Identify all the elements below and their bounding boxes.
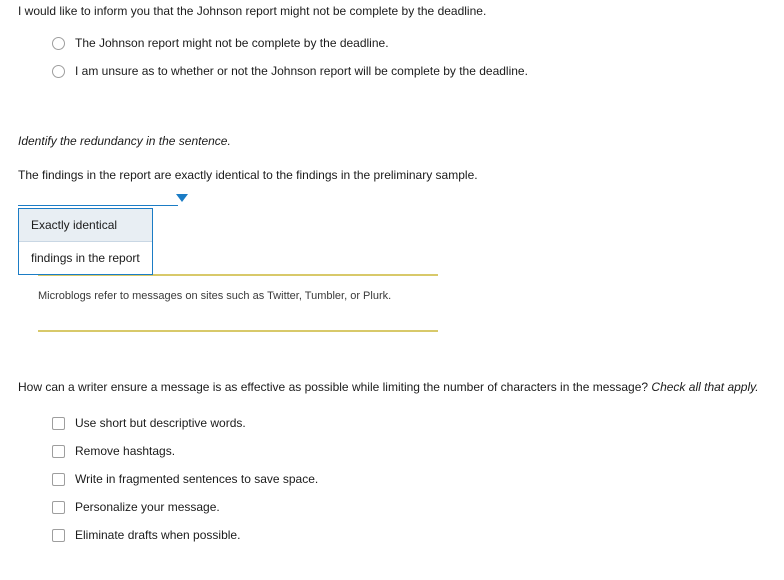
checkbox-icon	[52, 473, 65, 486]
checkbox-icon	[52, 445, 65, 458]
checkbox-icon	[52, 417, 65, 430]
q2-dropdown-option-0[interactable]: Exactly identical	[19, 209, 152, 241]
q3-prompt-tail: Check all that apply.	[651, 380, 758, 394]
q3-prompt-main: How can a writer ensure a message is as …	[18, 380, 651, 394]
q1-option-0[interactable]: The Johnson report might not be complete…	[52, 36, 766, 50]
q3-option-1[interactable]: Remove hashtags.	[52, 444, 766, 458]
q1-option-0-label: The Johnson report might not be complete…	[75, 36, 389, 50]
q3-option-0-label: Use short but descriptive words.	[75, 416, 246, 430]
chevron-down-icon	[176, 194, 188, 202]
radio-icon	[52, 37, 65, 50]
dropdown-underline	[18, 205, 178, 206]
radio-icon	[52, 65, 65, 78]
info-block: Microblogs refer to messages on sites su…	[18, 274, 766, 332]
q3-option-3-label: Personalize your message.	[75, 500, 220, 514]
checkbox-icon	[52, 501, 65, 514]
info-text: Microblogs refer to messages on sites su…	[38, 290, 766, 302]
checkbox-icon	[52, 529, 65, 542]
q2-sentence: The findings in the report are exactly i…	[18, 168, 766, 182]
q1-intro-text: I would like to inform you that the John…	[18, 4, 766, 18]
q1-option-1-label: I am unsure as to whether or not the Joh…	[75, 64, 528, 78]
divider-bottom	[38, 330, 438, 332]
q3-option-3[interactable]: Personalize your message.	[52, 500, 766, 514]
q2-prompt: Identify the redundancy in the sentence.	[18, 134, 766, 148]
q3-option-0[interactable]: Use short but descriptive words.	[52, 416, 766, 430]
q3-option-4-label: Eliminate drafts when possible.	[75, 528, 240, 542]
q1-radio-group: The Johnson report might not be complete…	[18, 36, 766, 78]
q2-dropdown-trigger[interactable]: Exactly identical findings in the report	[18, 188, 178, 212]
q3-option-2[interactable]: Write in fragmented sentences to save sp…	[52, 472, 766, 486]
q3-prompt: How can a writer ensure a message is as …	[18, 380, 766, 394]
q1-option-1[interactable]: I am unsure as to whether or not the Joh…	[52, 64, 766, 78]
q2-dropdown-menu: Exactly identical findings in the report	[18, 208, 153, 275]
q3-option-4[interactable]: Eliminate drafts when possible.	[52, 528, 766, 542]
q3-option-2-label: Write in fragmented sentences to save sp…	[75, 472, 318, 486]
q3-option-1-label: Remove hashtags.	[75, 444, 175, 458]
q3-checkbox-group: Use short but descriptive words. Remove …	[18, 416, 766, 542]
q2-dropdown-option-1[interactable]: findings in the report	[19, 241, 152, 274]
